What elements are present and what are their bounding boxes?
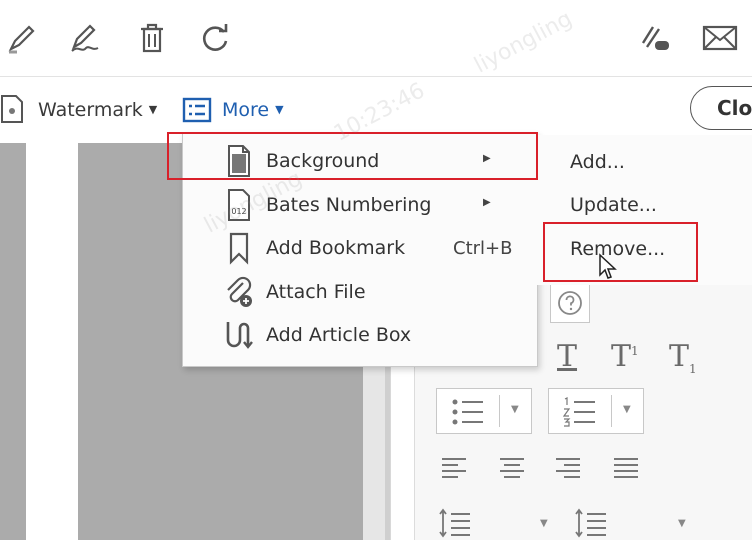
submenu-item-add[interactable]: Add... <box>570 151 625 173</box>
chevron-down-icon: ▼ <box>623 404 631 415</box>
document-page <box>26 143 78 540</box>
align-right-icon[interactable] <box>554 456 582 480</box>
more-label: More <box>222 99 270 121</box>
menu-item-label: Add Article Box <box>266 324 412 346</box>
highlight-box-remove <box>543 222 698 282</box>
underline-text-icon[interactable]: T <box>557 339 577 374</box>
bates-number-text: 012 <box>231 207 246 216</box>
mouse-cursor-icon <box>599 253 617 279</box>
close-button[interactable]: Clo <box>690 86 752 130</box>
watermark-button[interactable]: Watermark ▼ <box>38 99 157 121</box>
numbered-list-dropdown[interactable]: ▼ <box>548 388 644 434</box>
article-box-icon <box>226 322 253 349</box>
chevron-down-icon[interactable]: ▼ <box>540 518 548 529</box>
submenu-item-label: Add... <box>570 151 625 173</box>
align-left-icon[interactable] <box>440 456 468 480</box>
rotate-refresh-icon[interactable] <box>196 18 236 58</box>
highlight-box-background <box>167 132 538 180</box>
more-button[interactable]: More ▼ <box>222 99 284 121</box>
delete-trash-icon[interactable] <box>132 18 172 58</box>
submenu-item-label: Update... <box>570 194 657 216</box>
share-link-cloud-icon[interactable] <box>634 18 674 58</box>
more-list-icon[interactable] <box>182 97 212 123</box>
menu-item-add-bookmark[interactable]: Add Bookmark Ctrl+B <box>183 226 537 269</box>
chevron-down-icon[interactable]: ▼ <box>678 518 686 529</box>
paragraph-spacing-icon[interactable] <box>574 508 608 538</box>
justify-icon[interactable] <box>612 456 640 480</box>
subscript-text-icon[interactable]: T1 <box>669 339 697 376</box>
close-label: Clo <box>717 96 752 120</box>
menu-item-label: Attach File <box>266 281 366 303</box>
highlight-pen-icon[interactable] <box>2 18 42 58</box>
email-envelope-icon[interactable] <box>700 18 740 58</box>
chevron-down-icon: ▼ <box>148 103 158 116</box>
top-toolbar <box>0 0 752 77</box>
align-center-icon[interactable] <box>498 456 526 480</box>
menu-item-attach-file[interactable]: Attach File <box>183 270 537 313</box>
watermark-label: Watermark <box>38 99 143 121</box>
watermark-page-icon[interactable] <box>0 94 24 124</box>
menu-item-label: Add Bookmark <box>266 237 406 259</box>
line-spacing-icon[interactable] <box>438 508 472 538</box>
bates-number-icon: 012 <box>228 189 250 221</box>
menu-item-shortcut: Ctrl+B <box>453 238 513 259</box>
menu-item-add-article-box[interactable]: Add Article Box <box>183 313 537 356</box>
menu-item-label: Bates Numbering <box>266 194 432 216</box>
superscript-text-icon[interactable]: T1 <box>611 339 639 374</box>
bullet-list-dropdown[interactable]: ▼ <box>436 388 532 434</box>
chevron-down-icon: ▼ <box>511 404 519 415</box>
bookmark-icon <box>229 232 249 265</box>
attach-file-icon <box>227 276 252 307</box>
sign-pen-icon[interactable] <box>66 18 106 58</box>
help-icon[interactable] <box>550 283 590 323</box>
chevron-down-icon: ▼ <box>275 103 284 116</box>
menu-item-bates-numbering[interactable]: 012 Bates Numbering ▶ <box>183 183 537 226</box>
submenu-item-update[interactable]: Update... <box>570 194 657 216</box>
submenu-arrow-icon: ▶ <box>483 197 491 208</box>
